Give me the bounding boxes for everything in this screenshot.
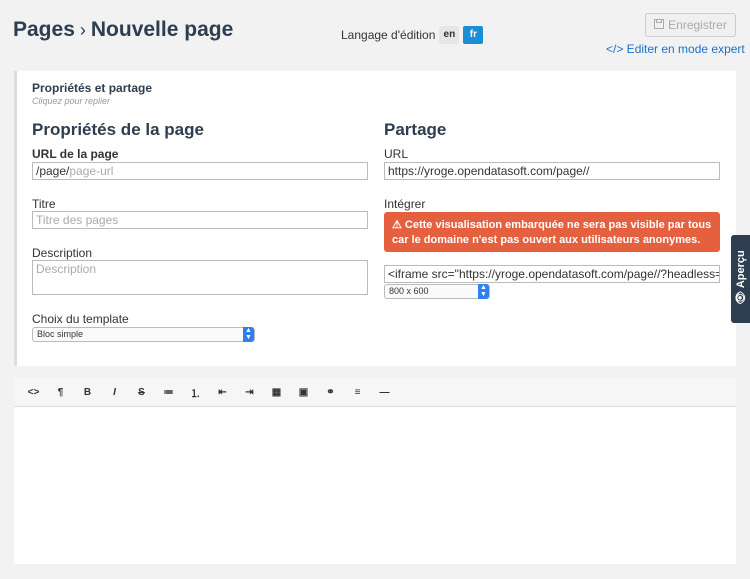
code-view-button[interactable]: <> (20, 383, 47, 403)
sharing-heading: Partage (384, 120, 447, 139)
breadcrumb-current: Nouvelle page (90, 18, 234, 41)
panel-subtitle: Cliquez pour replier (32, 96, 111, 106)
page-title: Pages › Nouvelle page (13, 18, 233, 42)
description-placeholder: Description (36, 262, 97, 276)
select-arrows-icon: ▲ ▼ (478, 284, 489, 299)
url-label: URL de la page (32, 147, 119, 161)
panel-title[interactable]: Propriétés et partage (32, 81, 152, 95)
numbered-list-button[interactable]: ⒈ (182, 383, 209, 403)
strikethrough-button[interactable]: S (128, 383, 155, 403)
url-placeholder: page-url (69, 164, 114, 178)
select-arrows-icon: ▲ ▼ (243, 327, 254, 342)
description-label: Description (32, 246, 93, 260)
preview-tab[interactable]: 👁 Aperçu (731, 235, 750, 323)
embed-size-value: 800 x 600 (389, 286, 429, 296)
expert-mode-link[interactable]: </> Editer en mode expert (606, 42, 745, 56)
language-selector: Langage d'édition en fr (341, 26, 484, 44)
share-url-input[interactable]: https://yroge.opendatasoft.com/page// (384, 162, 720, 180)
image-button[interactable]: ▣ (290, 383, 317, 403)
editor-toolbar: <> ¶ B I S ≔ ⒈ ⇤ ⇥ ▦ ▣ ⚭ ≡ — (14, 379, 736, 407)
save-button[interactable]: Enregistrer (645, 13, 736, 37)
title-placeholder: Titre des pages (36, 213, 119, 227)
lang-fr-button[interactable]: fr (463, 26, 484, 44)
floppy-icon (654, 18, 665, 32)
template-label: Choix du template (32, 312, 129, 326)
template-select[interactable]: Bloc simple ▲ ▼ (32, 327, 255, 342)
paragraph-button[interactable]: ¶ (47, 383, 74, 403)
iframe-code-input[interactable]: <iframe src="https://yroge.opendatasoft.… (384, 265, 720, 283)
breadcrumb-parent[interactable]: Pages (13, 18, 75, 42)
breadcrumb-separator: › (79, 19, 86, 40)
table-button[interactable]: ▦ (263, 383, 290, 403)
share-url-label: URL (384, 147, 409, 161)
editor-content-area[interactable] (14, 407, 736, 564)
embed-size-select[interactable]: 800 x 600 ▲ ▼ (384, 284, 490, 299)
save-label: Enregistrer (668, 18, 727, 32)
indent-button[interactable]: ⇥ (236, 383, 263, 403)
italic-button[interactable]: I (101, 383, 128, 403)
bold-button[interactable]: B (74, 383, 101, 403)
title-input[interactable]: Titre des pages (32, 211, 368, 229)
bullet-list-button[interactable]: ≔ (155, 383, 182, 403)
language-label: Langage d'édition (341, 28, 436, 42)
title-label: Titre (32, 197, 56, 211)
embed-label: Intégrer (384, 197, 426, 211)
lang-en-button[interactable]: en (439, 26, 460, 44)
preview-label: 👁 Aperçu (735, 250, 747, 305)
align-button[interactable]: ≡ (344, 383, 371, 403)
description-textarea[interactable]: Description (32, 260, 368, 295)
url-prefix: /page/ (36, 164, 70, 178)
properties-heading: Propriétés de la page (32, 120, 204, 139)
outdent-button[interactable]: ⇤ (209, 383, 236, 403)
page-url-input[interactable]: /page/page-url (32, 162, 368, 180)
horizontal-rule-button[interactable]: — (371, 383, 398, 403)
link-button[interactable]: ⚭ (317, 383, 344, 403)
template-value: Bloc simple (37, 329, 84, 339)
embed-warning: ⚠ Cette visualisation embarquée ne sera … (384, 212, 720, 252)
